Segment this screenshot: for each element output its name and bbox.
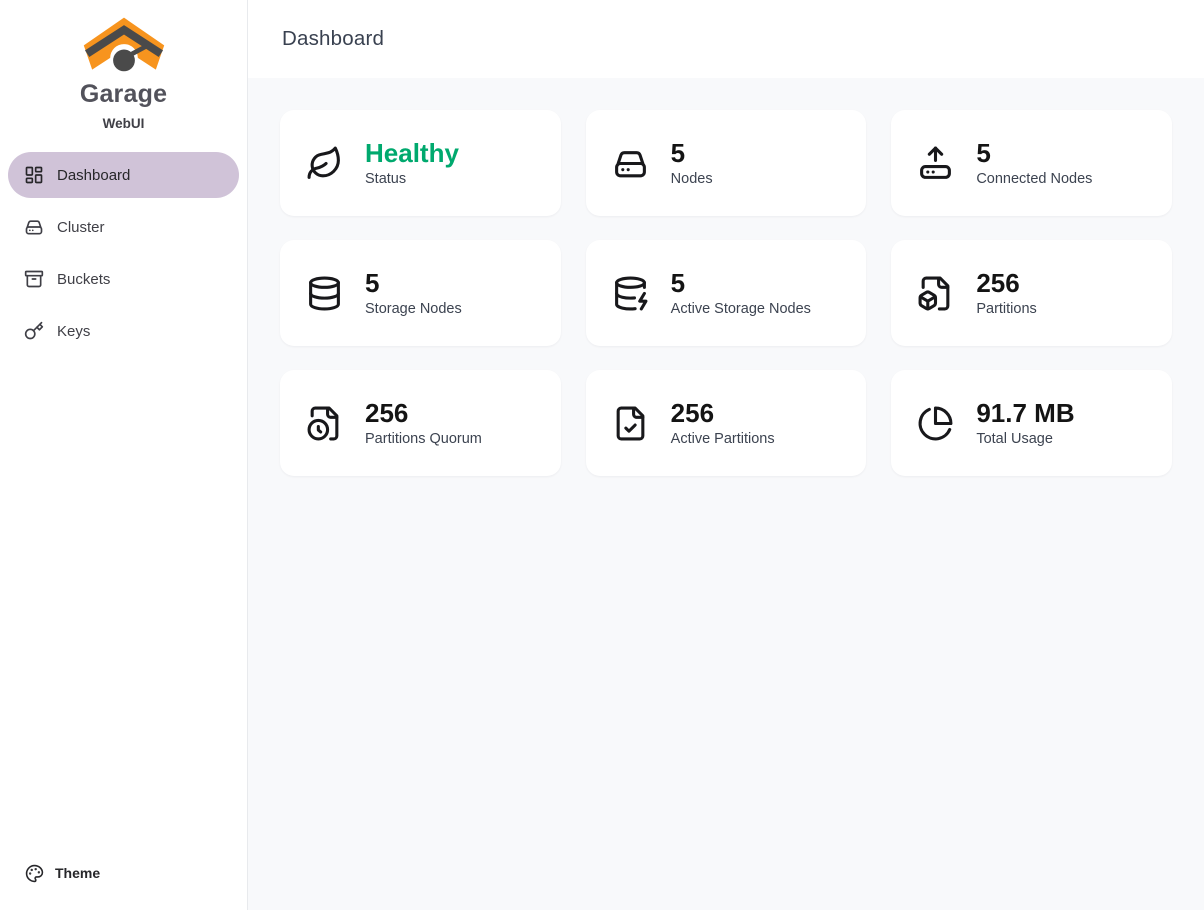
layout-dashboard-icon bbox=[24, 165, 44, 185]
app-name: Garage bbox=[0, 80, 247, 109]
app-subtitle: WebUI bbox=[0, 116, 247, 131]
hard-drive-upload-icon bbox=[917, 145, 954, 182]
leaf-icon bbox=[306, 145, 343, 182]
stat-label: Total Usage bbox=[976, 431, 1074, 447]
stat-value: 5 bbox=[671, 139, 713, 168]
file-box-icon bbox=[917, 275, 954, 312]
page-title: Dashboard bbox=[282, 27, 384, 51]
hard-drive-icon bbox=[612, 145, 649, 182]
sidebar-item-keys[interactable]: Keys bbox=[8, 308, 239, 354]
stat-label: Nodes bbox=[671, 171, 713, 187]
sidebar-item-label: Dashboard bbox=[57, 167, 130, 184]
hard-drive-icon bbox=[24, 217, 44, 237]
stat-value: 5 bbox=[365, 269, 462, 298]
stat-card-partitions-quorum: 256 Partitions Quorum bbox=[280, 370, 561, 476]
sidebar-item-buckets[interactable]: Buckets bbox=[8, 256, 239, 302]
file-clock-icon bbox=[306, 405, 343, 442]
stat-label: Active Partitions bbox=[671, 431, 775, 447]
sidebar: Garage WebUI Dashboard Cluster Buckets bbox=[0, 0, 248, 910]
sidebar-item-label: Cluster bbox=[57, 219, 105, 236]
sidebar-item-cluster[interactable]: Cluster bbox=[8, 204, 239, 250]
stat-card-status: Healthy Status bbox=[280, 110, 561, 216]
stat-card-active-partitions: 256 Active Partitions bbox=[586, 370, 867, 476]
sidebar-footer: Theme bbox=[0, 852, 247, 910]
key-icon bbox=[24, 321, 44, 341]
stat-label: Partitions Quorum bbox=[365, 431, 482, 447]
stat-label: Active Storage Nodes bbox=[671, 301, 811, 317]
garage-logo-icon bbox=[0, 16, 247, 78]
main-area: Dashboard Healthy Status 5 Nodes bbox=[248, 0, 1204, 910]
stat-value: 256 bbox=[365, 399, 482, 428]
sidebar-item-dashboard[interactable]: Dashboard bbox=[8, 152, 239, 198]
stat-label: Connected Nodes bbox=[976, 171, 1092, 187]
sidebar-nav: Dashboard Cluster Buckets Keys bbox=[0, 152, 247, 354]
palette-icon bbox=[25, 864, 44, 883]
stat-card-total-usage: 91.7 MB Total Usage bbox=[891, 370, 1172, 476]
stat-label: Partitions bbox=[976, 301, 1036, 317]
database-icon bbox=[306, 275, 343, 312]
stat-value: 256 bbox=[671, 399, 775, 428]
sidebar-item-label: Buckets bbox=[57, 271, 110, 288]
logo-area: Garage WebUI bbox=[0, 0, 247, 131]
stat-value: 91.7 MB bbox=[976, 399, 1074, 428]
sidebar-item-label: Keys bbox=[57, 323, 90, 340]
file-check-icon bbox=[612, 405, 649, 442]
dashboard-cards: Healthy Status 5 Nodes 5 Connected Nodes bbox=[248, 78, 1204, 910]
pie-chart-icon bbox=[917, 405, 954, 442]
stat-label: Status bbox=[365, 171, 459, 187]
stat-card-partitions: 256 Partitions bbox=[891, 240, 1172, 346]
archive-icon bbox=[24, 269, 44, 289]
stat-value: 256 bbox=[976, 269, 1036, 298]
stat-value: Healthy bbox=[365, 139, 459, 168]
stat-card-connected-nodes: 5 Connected Nodes bbox=[891, 110, 1172, 216]
theme-label: Theme bbox=[55, 865, 100, 881]
database-zap-icon bbox=[612, 275, 649, 312]
stat-label: Storage Nodes bbox=[365, 301, 462, 317]
stat-card-nodes: 5 Nodes bbox=[586, 110, 867, 216]
stat-card-storage-nodes: 5 Storage Nodes bbox=[280, 240, 561, 346]
stat-value: 5 bbox=[976, 139, 1092, 168]
stat-value: 5 bbox=[671, 269, 811, 298]
theme-button[interactable]: Theme bbox=[8, 852, 239, 894]
page-header: Dashboard bbox=[248, 0, 1204, 78]
stat-card-active-storage-nodes: 5 Active Storage Nodes bbox=[586, 240, 867, 346]
